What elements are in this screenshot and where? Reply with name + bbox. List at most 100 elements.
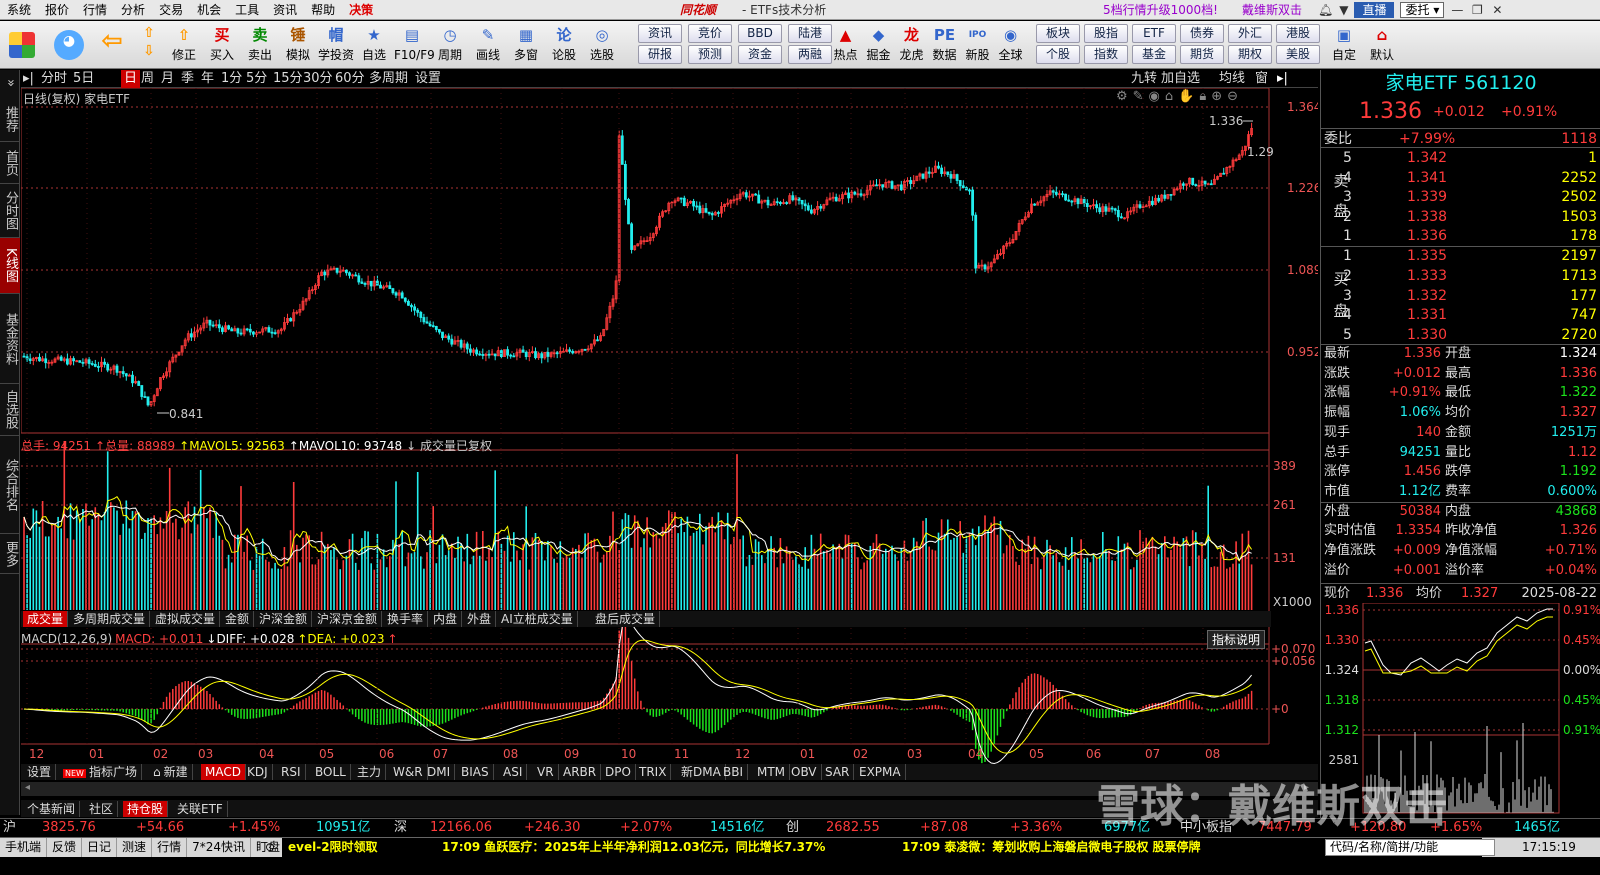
tb2-button-2[interactable]: 龙龙虎 (896, 24, 927, 68)
robot-icon[interactable]: ◕ (50, 24, 88, 68)
up-down-icon[interactable]: ⇧ ⇩ (137, 24, 159, 68)
indicator-explain-button[interactable]: 指标说明 (1207, 630, 1266, 649)
bid-row-2[interactable]: 3 1.332 177 (1321, 286, 1600, 306)
news-tab-2[interactable]: 持仓股 (123, 801, 169, 817)
indicator-tab-2[interactable]: ⌂ 新建 (149, 764, 193, 780)
play-icon[interactable]: ▸| (23, 70, 34, 88)
close-icon[interactable]: ✕ (1490, 3, 1504, 17)
volume-tab-6[interactable]: 换手率 (383, 611, 429, 627)
period-9[interactable]: 15分 (273, 70, 303, 88)
market-button-1-3[interactable]: 期货 (1180, 45, 1224, 64)
status-item-2[interactable]: 日记 (82, 838, 118, 857)
period-4[interactable]: 月 (161, 70, 174, 88)
tb3-button-0[interactable]: ▣ 自定 (1326, 24, 1362, 68)
tb-button-7[interactable]: ◷ 周期 (432, 24, 468, 68)
status-item-1[interactable]: 反馈 (47, 838, 83, 857)
period-2[interactable]: 日 (121, 70, 141, 88)
indicator-tab-9[interactable]: DMI (423, 764, 456, 780)
minimize-icon[interactable]: — (1450, 3, 1464, 17)
indicator-tab-15[interactable]: TRIX (635, 764, 672, 780)
shirt-icon[interactable]: ▼ (1339, 3, 1348, 17)
left-tab-2[interactable]: 分时图 (0, 184, 20, 238)
menu-item-9[interactable]: 决策 (342, 0, 380, 20)
period-10[interactable]: 30分 (303, 70, 333, 88)
layout-icon[interactable] (6, 24, 38, 68)
tb2-button-1[interactable]: ◆ 掘金 (863, 24, 894, 68)
news-tab-3[interactable]: 关联ETF (173, 801, 228, 817)
chart-option-0[interactable]: 九转 (1131, 70, 1157, 88)
market-button-1-4[interactable]: 期权 (1228, 45, 1272, 64)
menu-item-6[interactable]: 工具 (228, 0, 266, 20)
indicator-tab-6[interactable]: BOLL (311, 764, 351, 780)
username[interactable]: 戴维斯双击 (1242, 0, 1302, 20)
volume-tab-10[interactable]: 盘后成交量 (591, 611, 661, 627)
tb2-button-3[interactable]: PE 数据 (929, 24, 960, 68)
left-tab-1[interactable]: 首页 (0, 142, 20, 184)
volume-tab-2[interactable]: 虚拟成交量 (151, 611, 221, 627)
grid-button-0-2[interactable]: BBD (738, 24, 782, 43)
news-tab-0[interactable]: 个基新闻 (23, 801, 81, 817)
period-8[interactable]: 5分 (246, 70, 267, 88)
menu-item-7[interactable]: 资讯 (266, 0, 304, 20)
ticker-item-2[interactable]: 17:09 鱼跃医疗：2025年上半年净利润12.03亿元，同比增长7.37% (442, 838, 825, 857)
indicator-tab-10[interactable]: BIAS (457, 764, 494, 780)
tb-button-10[interactable]: 论论股 (546, 24, 582, 68)
menu-item-0[interactable]: 系统 (0, 0, 38, 20)
market-button-1-1[interactable]: 指数 (1084, 45, 1128, 64)
news-tab-1[interactable]: 社区 (85, 801, 119, 817)
indicator-tab-19[interactable]: OBV (787, 764, 822, 780)
volume-tab-5[interactable]: 沪深京金额 (313, 611, 383, 627)
bid-row-1[interactable]: 2 1.333 1713 (1321, 266, 1600, 286)
search-input[interactable]: 代码/名称/简拼/功能 (1325, 839, 1495, 856)
left-tab-6[interactable]: 综合排名 (0, 436, 20, 534)
volume-tab-9[interactable]: AI立桩成交量 (497, 611, 578, 627)
tb-button-0[interactable]: ⇧ 修正 (166, 24, 202, 68)
market-button-0-5[interactable]: 港股 (1276, 24, 1320, 43)
tb-button-2[interactable]: 卖卖出 (242, 24, 278, 68)
menu-item-2[interactable]: 行情 (76, 0, 114, 20)
market-button-0-0[interactable]: 板块 (1036, 24, 1080, 43)
left-tab-3[interactable]: K线图 (0, 238, 20, 294)
tb2-button-0[interactable]: ▲ 热点 (830, 24, 861, 68)
indicator-tab-20[interactable]: SAR (821, 764, 855, 780)
tb-button-5[interactable]: ★ 自选 (356, 24, 392, 68)
restore-icon[interactable]: ❐ (1470, 3, 1484, 17)
market-button-0-3[interactable]: 债券 (1180, 24, 1224, 43)
expand-icon[interactable]: » (0, 70, 20, 96)
link-icon[interactable]: ⊙ (262, 838, 278, 857)
sz-index[interactable]: 12166.06 (430, 819, 492, 837)
tb-button-4[interactable]: 帽学投资 (318, 24, 354, 68)
ask-row-2[interactable]: 3 1.339 2502 (1321, 187, 1600, 207)
menu-item-3[interactable]: 分析 (114, 0, 152, 20)
left-tab-7[interactable]: 更多 (0, 534, 20, 574)
indicator-tab-21[interactable]: EXPMA (855, 764, 906, 780)
back-icon[interactable]: ⇦ (96, 24, 128, 68)
indicator-tab-4[interactable]: KDJ (243, 764, 273, 780)
volume-tab-7[interactable]: 内盘 (429, 611, 463, 627)
chart-tools-icons[interactable]: ⚙✎◉⌂✋🔒︎⊕⊖ (1116, 89, 1243, 104)
tb-button-8[interactable]: ✎ 画线 (470, 24, 506, 68)
status-item-0[interactable]: 手机端 (0, 838, 48, 857)
ticker-item-1[interactable]: evel-2限时领取 (288, 838, 378, 857)
indicator-tab-7[interactable]: 主力 (353, 764, 387, 780)
chart-option-3[interactable]: 窗 (1255, 70, 1268, 88)
indicator-tab-11[interactable]: ASI (499, 764, 528, 780)
indicator-tab-14[interactable]: DPO (601, 764, 636, 780)
indicator-tab-5[interactable]: RSI (277, 764, 306, 780)
tb-button-6[interactable]: ▤ F10/F9 (394, 24, 435, 68)
fullscreen-icon[interactable]: ▸| (1277, 70, 1288, 88)
menu-item-1[interactable]: 报价 (38, 0, 76, 20)
menu-item-5[interactable]: 机会 (190, 0, 228, 20)
grid-button-0-1[interactable]: 竞价 (688, 24, 732, 43)
period-1[interactable]: 5日 (73, 70, 94, 88)
indicator-tab-12[interactable]: VR (533, 764, 559, 780)
left-tab-5[interactable]: 自选股 (0, 384, 20, 436)
ticker-item-3[interactable]: 17:09 泰凌微：筹划收购上海磐启微电子股权 股票停牌 (902, 838, 1201, 857)
market-button-1-0[interactable]: 个股 (1036, 45, 1080, 64)
chart-option-1[interactable]: 加自选 (1161, 70, 1200, 88)
indicator-tab-13[interactable]: ARBR (559, 764, 602, 780)
period-3[interactable]: 周 (141, 70, 154, 88)
period-5[interactable]: 季 (181, 70, 194, 88)
ask-row-4[interactable]: 1 1.336 178 (1321, 226, 1600, 246)
status-item-4[interactable]: 行情 (152, 838, 188, 857)
